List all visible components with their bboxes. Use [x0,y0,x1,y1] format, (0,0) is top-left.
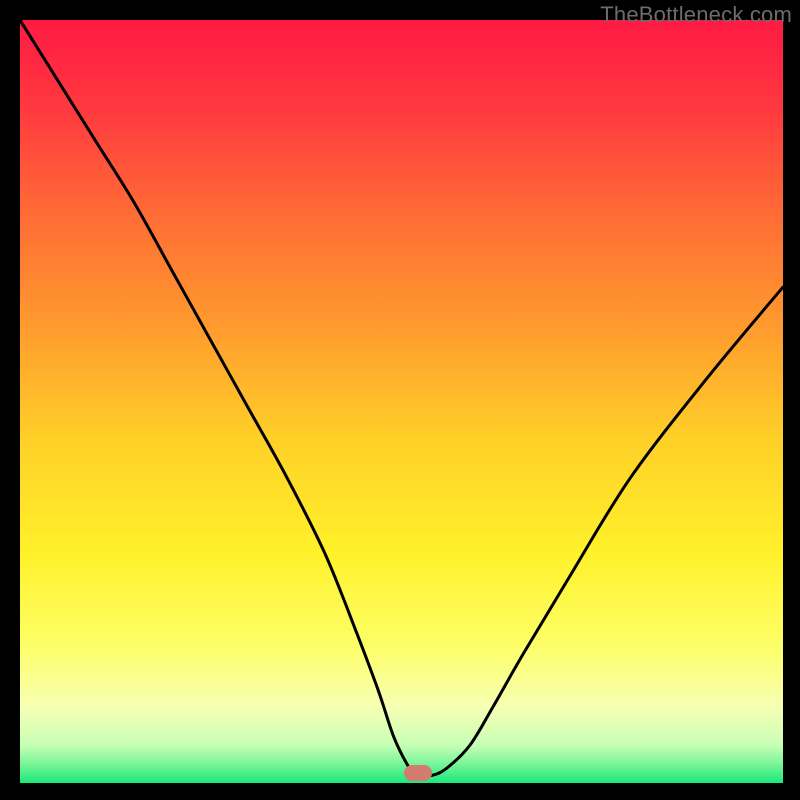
plot-frame [20,20,783,783]
optimal-point-marker [404,765,432,781]
watermark-label: TheBottleneck.com [600,2,792,28]
bottleneck-curve [20,20,783,783]
